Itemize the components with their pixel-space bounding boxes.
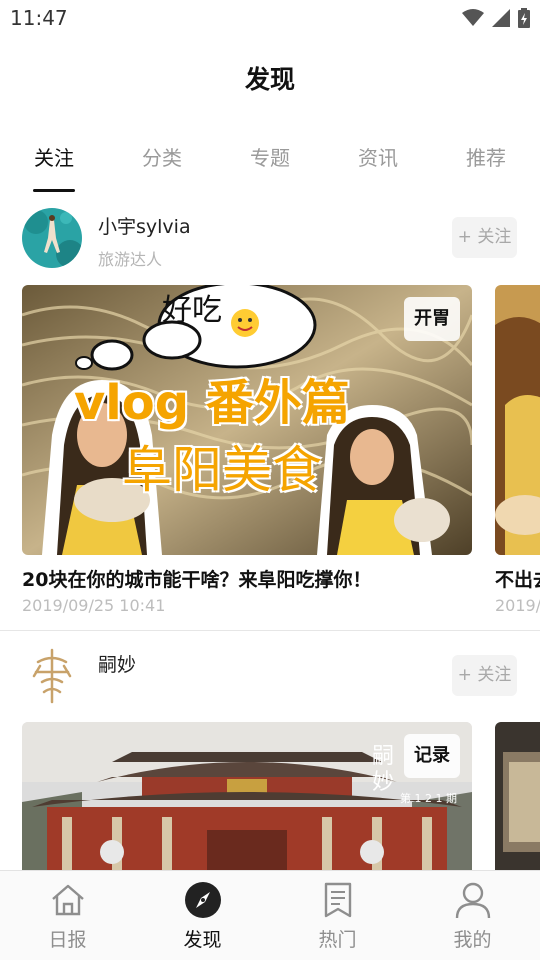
next-card-title[interactable]: 不出去 — [495, 565, 540, 592]
status-icons — [462, 7, 530, 29]
nav-discover[interactable]: 发现 — [135, 871, 270, 960]
follow-button[interactable]: + 关注 — [452, 217, 517, 258]
home-icon — [51, 884, 84, 916]
nav-daily[interactable]: 日报 — [0, 871, 135, 960]
bottom-nav: 日报 发现 热门 我的 — [0, 870, 540, 960]
next-card-image[interactable] — [495, 722, 540, 870]
tab-recommended[interactable]: 推荐 — [432, 142, 540, 171]
bookmark-icon — [324, 882, 351, 918]
author-name[interactable]: 小宇sylvia — [98, 212, 191, 239]
nav-label: 日报 — [48, 929, 87, 951]
battery-icon — [518, 8, 530, 28]
status-bar: 11:47 — [0, 0, 540, 36]
card-watermark: 嗣妙 — [372, 744, 395, 795]
card-carousel: 好吃 vlog 番外篇 阜阳美食 开胃 — [0, 285, 540, 555]
card-image[interactable]: 好吃 vlog 番外篇 阜阳美食 开胃 — [22, 285, 472, 555]
author-row: 小宇sylvia 旅游达人 + 关注 — [0, 208, 540, 276]
overlay-headline-2: 阜阳美食 — [122, 441, 322, 499]
avatar[interactable] — [22, 646, 82, 706]
person-icon — [455, 882, 490, 919]
overlay-bubble-text: 好吃 — [162, 293, 222, 328]
page-title: 发现 — [244, 65, 295, 94]
tab-topics[interactable]: 专题 — [216, 142, 324, 171]
author-subtitle: 旅游达人 — [98, 250, 163, 269]
author-name[interactable]: 嗣妙 — [98, 650, 136, 677]
next-card-image[interactable] — [495, 285, 540, 555]
next-card-timestamp: 2019/ — [495, 596, 540, 615]
card-watermark-issue: 第 1 2 1 期 — [400, 792, 457, 805]
nav-label: 我的 — [453, 929, 492, 951]
card-timestamp: 2019/09/25 10:41 — [22, 596, 166, 615]
nav-label: 发现 — [183, 929, 222, 951]
wifi-icon — [462, 9, 484, 26]
author-row: 嗣妙 + 关注 — [0, 646, 540, 714]
nav-popular[interactable]: 热门 — [270, 871, 405, 960]
tab-news[interactable]: 资讯 — [324, 142, 432, 171]
category-tag: 开胃 — [404, 297, 460, 341]
card-title[interactable]: 20块在你的城市能干啥？来阜阳吃撑你！ — [22, 565, 371, 592]
nav-profile[interactable]: 我的 — [405, 871, 540, 960]
card-image[interactable]: 嗣妙 第 1 2 1 期 记录 — [22, 722, 472, 870]
card-carousel: 嗣妙 第 1 2 1 期 记录 — [0, 722, 540, 870]
overlay-headline-1: vlog 番外篇 — [74, 375, 350, 431]
tab-following[interactable]: 关注 — [0, 142, 108, 171]
tab-categories[interactable]: 分类 — [108, 142, 216, 171]
avatar[interactable] — [22, 208, 82, 268]
nav-label: 热门 — [318, 929, 357, 951]
follow-button[interactable]: + 关注 — [452, 655, 517, 696]
divider — [0, 630, 540, 631]
category-tag: 记录 — [404, 734, 460, 778]
compass-icon — [184, 882, 221, 918]
tab-indicator — [33, 189, 75, 192]
signal-icon — [492, 9, 510, 27]
status-time: 11:47 — [10, 6, 68, 30]
tab-bar: 关注 分类 专题 资讯 推荐 — [0, 130, 540, 192]
